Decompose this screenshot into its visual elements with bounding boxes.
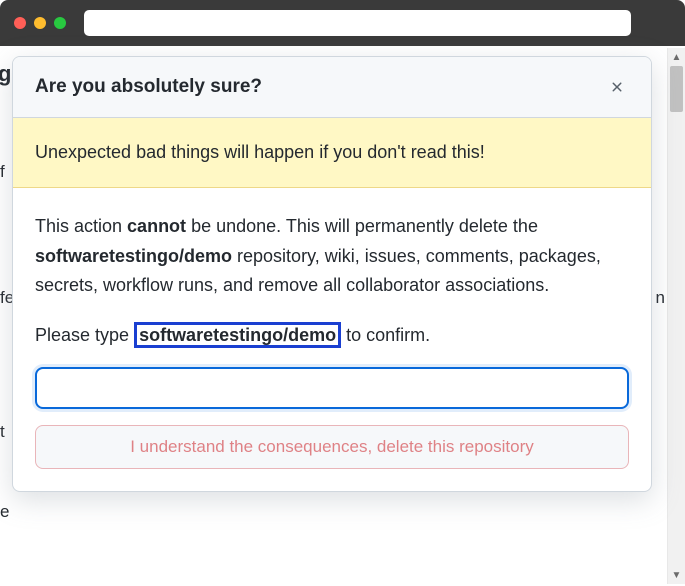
- warning-banner: Unexpected bad things will happen if you…: [13, 118, 651, 188]
- url-bar[interactable]: [84, 10, 631, 36]
- close-window-button[interactable]: [14, 17, 26, 29]
- modal-header: Are you absolutely sure?: [13, 57, 651, 118]
- browser-titlebar: [0, 0, 685, 46]
- bg-fragment: f: [0, 158, 5, 185]
- bg-fragment: e: [0, 498, 9, 525]
- scrollbar-thumb[interactable]: [670, 66, 683, 112]
- modal-body: This action cannot be undone. This will …: [13, 188, 651, 491]
- repo-name-highlight: softwaretestingo/demo: [134, 322, 341, 348]
- delete-repo-modal: Are you absolutely sure? Unexpected bad …: [12, 56, 652, 492]
- confirm-repo-input[interactable]: [35, 367, 629, 409]
- window-controls: [14, 17, 66, 29]
- bg-fragment: g: [0, 56, 11, 91]
- scroll-up-arrow-icon[interactable]: ▲: [668, 48, 685, 66]
- delete-repo-button[interactable]: I understand the consequences, delete th…: [35, 425, 629, 469]
- confirm-instruction: Please type softwaretestingo/demo to con…: [35, 321, 629, 351]
- bg-fragment: n: [656, 284, 665, 311]
- text-fragment: This action: [35, 216, 127, 236]
- scrollbar-track[interactable]: ▲ ▼: [667, 48, 685, 584]
- bg-fragment: t: [0, 418, 5, 445]
- modal-title: Are you absolutely sure?: [35, 76, 262, 98]
- repo-name-strong: softwaretestingo/demo: [35, 246, 232, 266]
- modal-description: This action cannot be undone. This will …: [35, 212, 629, 301]
- text-fragment: Please type: [35, 325, 134, 345]
- warning-text: Unexpected bad things will happen if you…: [35, 142, 485, 162]
- close-icon: [609, 79, 625, 95]
- scroll-down-arrow-icon[interactable]: ▼: [668, 566, 685, 584]
- text-fragment: to confirm.: [341, 325, 430, 345]
- text-fragment: be undone. This will permanently delete …: [186, 216, 538, 236]
- minimize-window-button[interactable]: [34, 17, 46, 29]
- maximize-window-button[interactable]: [54, 17, 66, 29]
- cannot-emphasis: cannot: [127, 216, 186, 236]
- close-modal-button[interactable]: [605, 75, 629, 99]
